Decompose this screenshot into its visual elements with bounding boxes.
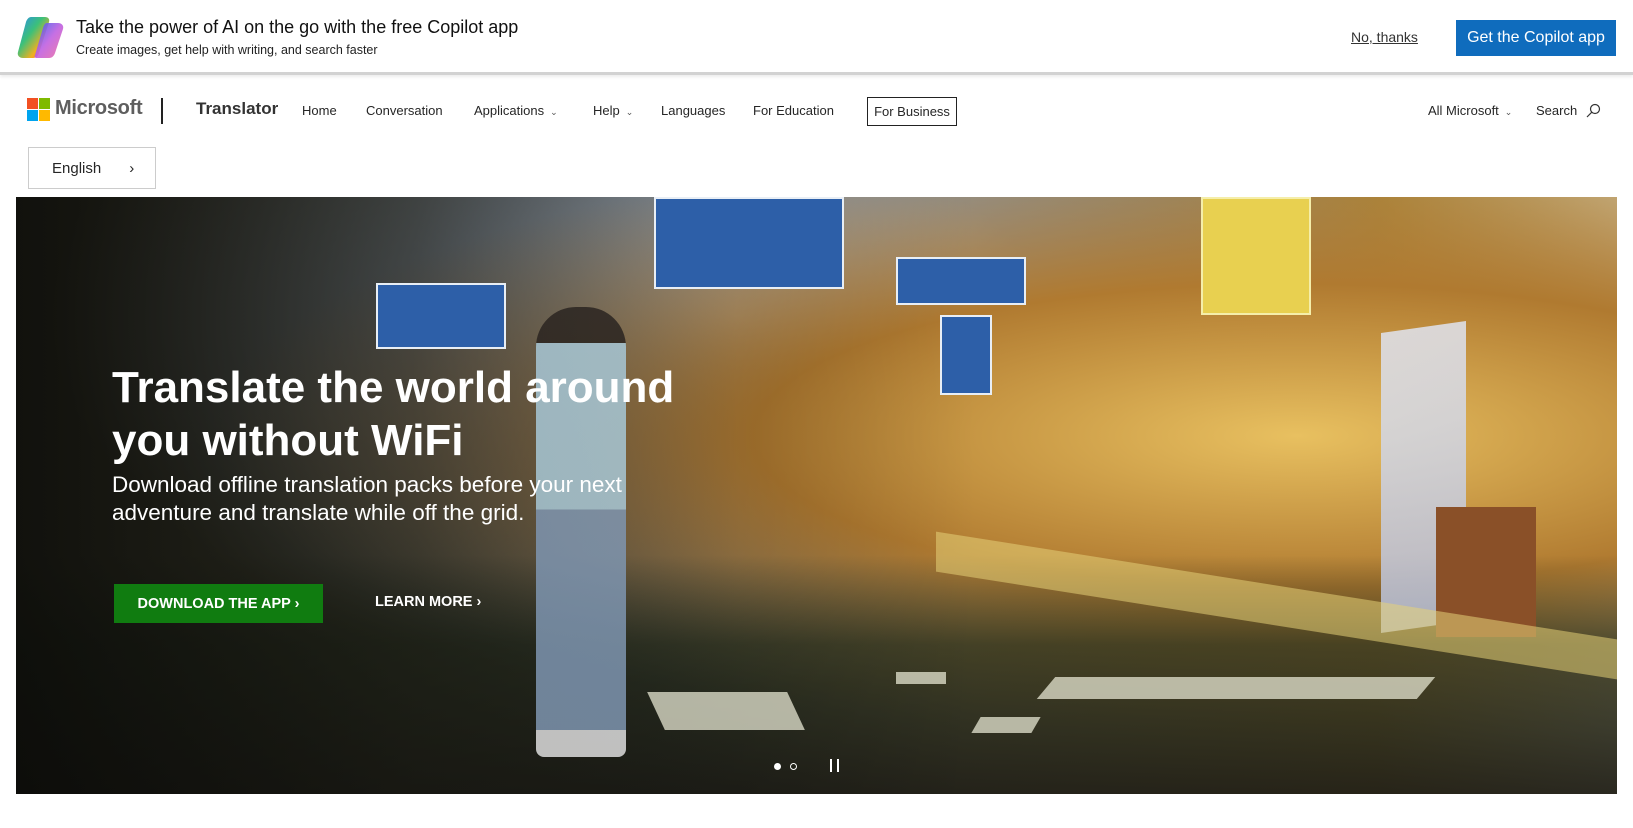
search-label: Search xyxy=(1536,103,1578,118)
road-arrow-image xyxy=(1036,677,1436,699)
carousel-dot-1[interactable] xyxy=(774,763,781,770)
no-thanks-link[interactable]: No, thanks xyxy=(1351,29,1418,45)
nav-applications-label: Applications xyxy=(474,103,545,118)
language-selected: English xyxy=(52,159,102,177)
nav-for-education[interactable]: For Education xyxy=(753,103,834,118)
translator-home-link[interactable]: Translator xyxy=(196,99,278,119)
banner-subtitle: Create images, get help with writing, an… xyxy=(76,43,378,57)
road-marking-image xyxy=(647,692,805,730)
nav-languages[interactable]: Languages xyxy=(661,103,725,118)
pause-icon[interactable] xyxy=(830,759,839,772)
learn-more-link[interactable]: LEARN MORE › xyxy=(375,594,481,610)
road-marking-image xyxy=(896,672,946,684)
nav-help-label: Help xyxy=(593,103,620,118)
search-button[interactable]: Search xyxy=(1536,103,1601,118)
street-sign-image xyxy=(896,257,1026,305)
street-sign-image xyxy=(940,315,992,395)
download-app-button[interactable]: DOWNLOAD THE APP › xyxy=(114,584,323,623)
get-copilot-app-button[interactable]: Get the Copilot app xyxy=(1456,20,1616,56)
nav-home[interactable]: Home xyxy=(302,103,337,118)
top-nav: Microsoft Translator Home Conversation A… xyxy=(0,97,1633,126)
chevron-down-icon: ⌄ xyxy=(550,107,558,117)
chevron-right-icon: › xyxy=(129,159,135,177)
chevron-down-icon: ⌄ xyxy=(1504,107,1513,117)
street-sign-image xyxy=(654,197,844,289)
all-microsoft-menu[interactable]: All Microsoft ⌄ xyxy=(1428,103,1512,118)
carousel-dot-2[interactable] xyxy=(790,763,797,770)
nav-conversation[interactable]: Conversation xyxy=(366,103,443,118)
all-microsoft-label: All Microsoft xyxy=(1428,103,1499,118)
search-icon xyxy=(1586,103,1600,118)
nav-for-business[interactable]: For Business xyxy=(867,97,957,126)
nav-applications[interactable]: Applications ⌄ xyxy=(474,103,558,118)
divider xyxy=(161,98,163,124)
copilot-logo-icon xyxy=(17,17,64,58)
copilot-promo-banner: Take the power of AI on the go with the … xyxy=(0,0,1633,75)
chevron-down-icon: ⌄ xyxy=(625,107,634,117)
nav-help[interactable]: Help ⌄ xyxy=(593,103,633,118)
hero-headline: Translate the world around you without W… xyxy=(112,363,675,465)
language-selector[interactable]: English › xyxy=(28,147,156,189)
microsoft-logo-icon[interactable] xyxy=(27,98,50,121)
road-marking-image xyxy=(971,717,1041,733)
microsoft-brand[interactable]: Microsoft xyxy=(55,97,143,120)
street-sign-image xyxy=(1201,197,1311,315)
hero-body: Download offline translation packs befor… xyxy=(112,472,622,525)
banner-title: Take the power of AI on the go with the … xyxy=(76,17,519,37)
hero-carousel: Translate the world around you without W… xyxy=(16,197,1617,794)
street-sign-image xyxy=(376,283,506,349)
